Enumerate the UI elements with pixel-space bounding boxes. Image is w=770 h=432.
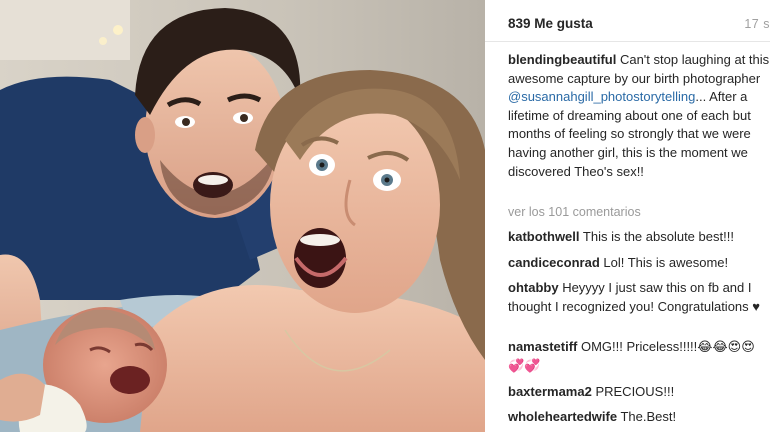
comment-item: katbothwell This is the absolute best!!! (508, 228, 770, 247)
comment-username[interactable]: katbothwell (508, 229, 580, 244)
comment-username[interactable]: ohtabby (508, 280, 559, 295)
comment-item: wholeheartedwife The.Best! (508, 408, 770, 427)
caption-username[interactable]: blendingbeautiful (508, 52, 616, 67)
post-timestamp[interactable]: 17 s (744, 17, 770, 31)
comment-item: candiceconrad Lol! This is awesome! (508, 254, 770, 273)
post-stats-row: 839 Me gusta 17 s (508, 16, 770, 36)
caption-mention-link[interactable]: @susannahgill_photostorytelling (508, 89, 695, 104)
likes-count[interactable]: 839 Me gusta (508, 16, 593, 31)
comment-item: namastetiff OMG!!! Priceless!!!!!😂😂😍😍 💞💞 (508, 338, 770, 375)
post-caption: blendingbeautiful Can't stop laughing at… (508, 51, 770, 181)
divider (485, 41, 770, 42)
view-all-comments-link[interactable]: ver los 101 comentarios (508, 205, 641, 219)
comment-username[interactable]: namastetiff (508, 339, 577, 354)
comment-text: This is the absolute best!!! (582, 229, 734, 244)
comment-text: PRECIOUS!!! (595, 384, 675, 399)
post-photo[interactable] (0, 0, 485, 432)
birth-photo-illustration (0, 0, 485, 432)
comment-username[interactable]: candiceconrad (508, 255, 600, 270)
comment-username[interactable]: baxtermama2 (508, 384, 592, 399)
comment-item: baxtermama2 PRECIOUS!!! (508, 383, 770, 402)
instagram-post-view: 839 Me gusta 17 s blendingbeautiful Can'… (0, 0, 770, 432)
comments-pane: 839 Me gusta 17 s blendingbeautiful Can'… (485, 0, 770, 432)
comment-item: ohtabby Heyyyy I just saw this on fb and… (508, 279, 770, 316)
comment-username[interactable]: wholeheartedwife (508, 409, 617, 424)
comment-text: The.Best! (620, 409, 677, 424)
comment-text: Lol! This is awesome! (603, 255, 729, 270)
